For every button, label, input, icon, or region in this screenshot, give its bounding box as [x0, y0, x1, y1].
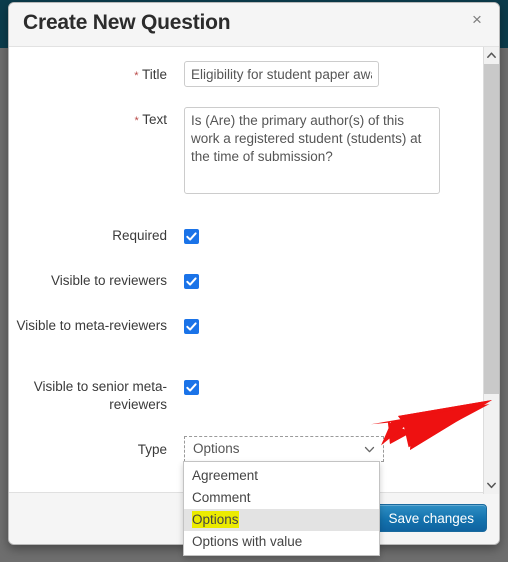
dropdown-option-label: Comment	[192, 490, 251, 505]
text-textarea[interactable]	[184, 107, 440, 194]
dropdown-option-label: Agreement	[192, 468, 259, 483]
chevron-up-icon[interactable]	[484, 47, 499, 64]
visible-senior-meta-reviewers-checkbox[interactable]	[184, 380, 199, 395]
modal-scrollbar[interactable]	[483, 47, 499, 494]
required-marker: *	[134, 115, 139, 127]
visible-meta-reviewers-checkbox[interactable]	[184, 319, 199, 334]
dropdown-option-label: Options	[192, 511, 239, 528]
visible-senior-meta-reviewers-label: Visible to senior meta-reviewers	[33, 379, 167, 412]
type-select[interactable]: Options	[184, 436, 384, 462]
form-row-title: * Title	[9, 61, 477, 91]
form-row-visible-reviewers: Visible to reviewers	[9, 272, 477, 294]
title-input[interactable]	[184, 61, 379, 87]
text-label: * Text	[9, 111, 167, 129]
form-row-type: Type Options	[9, 436, 477, 464]
type-select-value: Options	[193, 441, 240, 456]
form-row-visible-senior-meta-reviewers: Visible to senior meta-reviewers	[9, 378, 477, 418]
visible-reviewers-checkbox[interactable]	[184, 274, 199, 289]
dropdown-option-options-with-value[interactable]: Options with value	[184, 531, 379, 553]
modal-body: * Title * Text Required Visible to revie…	[9, 47, 499, 494]
modal-title: Create New Question	[23, 11, 231, 34]
visible-meta-reviewers-label: Visible to meta-reviewers	[16, 318, 167, 333]
dropdown-option-options[interactable]: Options	[184, 509, 379, 531]
save-changes-button[interactable]: Save changes	[375, 504, 487, 532]
dropdown-option-comment[interactable]: Comment	[184, 487, 379, 509]
modal-header: Create New Question ×	[9, 3, 499, 47]
required-checkbox[interactable]	[184, 229, 199, 244]
required-label: Required	[112, 228, 167, 243]
form-row-required: Required	[9, 227, 477, 249]
scrollbar-thumb[interactable]	[484, 64, 499, 394]
dropdown-option-label: Options with value	[192, 534, 303, 549]
title-label-text: Title	[141, 67, 167, 82]
visible-reviewers-label: Visible to reviewers	[50, 273, 167, 288]
chevron-down-icon[interactable]	[484, 477, 499, 494]
required-marker: *	[134, 70, 139, 82]
text-label-text: Text	[142, 112, 167, 127]
type-dropdown-list[interactable]: Agreement Comment Options Options with v…	[183, 461, 380, 556]
title-label: * Title	[9, 66, 167, 84]
type-label: Type	[137, 442, 167, 457]
chevron-down-icon	[363, 443, 376, 461]
form-row-text: * Text	[9, 107, 477, 199]
dropdown-option-agreement[interactable]: Agreement	[184, 465, 379, 487]
form-row-visible-meta-reviewers: Visible to meta-reviewers	[9, 317, 477, 357]
close-icon[interactable]: ×	[467, 10, 487, 30]
